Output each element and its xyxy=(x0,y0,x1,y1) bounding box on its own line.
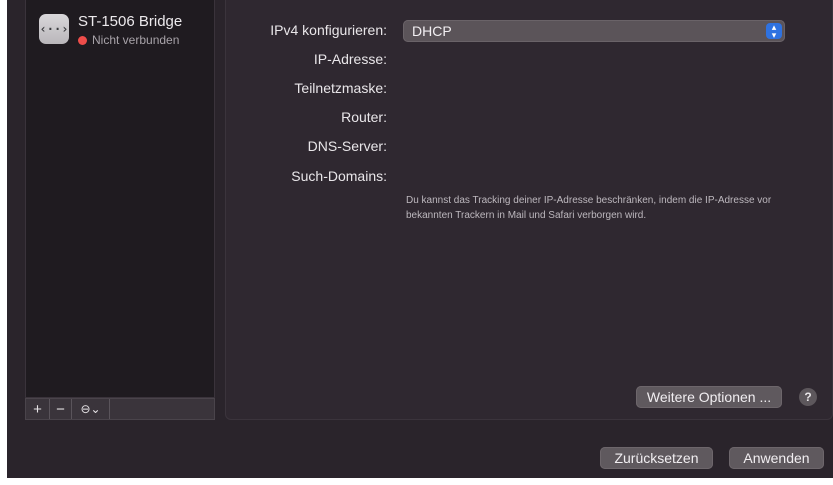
window-bottom-edge xyxy=(0,478,833,485)
service-list-toolbar: + − ⊖⌄ xyxy=(25,398,215,420)
action-menu-button[interactable]: ⊖⌄ xyxy=(72,399,110,419)
network-settings-window: ‹··› ST-1506 Bridge Nicht verbunden + − … xyxy=(7,0,833,485)
search-domains-label: Such-Domains: xyxy=(291,168,387,184)
apply-button[interactable]: Anwenden xyxy=(729,447,824,469)
ipv4-config-select[interactable]: DHCP ▴ ▾ xyxy=(403,20,785,42)
service-status: Nicht verbunden xyxy=(78,33,179,47)
ipv4-config-value: DHCP xyxy=(412,23,452,39)
remove-service-button[interactable]: − xyxy=(50,399,72,419)
service-status-text: Nicht verbunden xyxy=(92,33,180,47)
more-options-button[interactable]: Weitere Optionen ... xyxy=(636,386,782,408)
network-bridge-icon: ‹··› xyxy=(39,14,69,44)
service-name: ST-1506 Bridge xyxy=(78,13,183,30)
reset-button[interactable]: Zurücksetzen xyxy=(600,447,713,469)
status-dot-icon xyxy=(78,35,87,45)
service-list: ‹··› ST-1506 Bridge Nicht verbunden xyxy=(25,0,215,398)
window-edge xyxy=(0,0,7,485)
help-button[interactable]: ? xyxy=(799,388,817,406)
ip-tracking-note: Du kannst das Tracking deiner IP-Adresse… xyxy=(406,195,772,221)
service-item-st-1506-bridge[interactable]: ‹··› ST-1506 Bridge Nicht verbunden xyxy=(36,12,211,52)
chevron-up-down-icon: ▴ ▾ xyxy=(766,23,782,40)
subnet-mask-label: Teilnetzmaske: xyxy=(294,80,387,96)
router-label: Router: xyxy=(341,109,387,125)
tcpip-settings-panel: IPv4 konfigurieren: DHCP ▴ ▾ IP-Adresse: … xyxy=(225,0,833,420)
ip-address-label: IP-Adresse: xyxy=(313,51,387,67)
dns-server-label: DNS-Server: xyxy=(307,138,387,154)
add-service-button[interactable]: + xyxy=(26,399,50,419)
ipv4-config-label: IPv4 konfigurieren: xyxy=(270,22,387,38)
